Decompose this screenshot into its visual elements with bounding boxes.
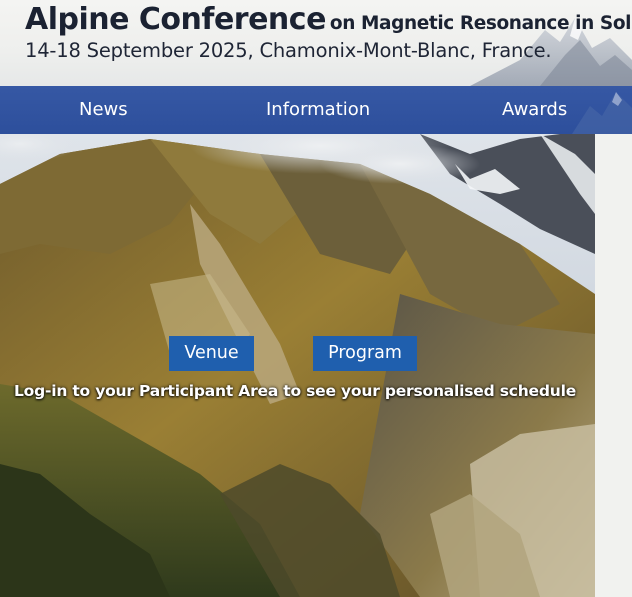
main-nav: News Information Awards xyxy=(0,86,632,134)
nav-item-news[interactable]: News xyxy=(79,86,128,134)
side-panel xyxy=(595,134,632,597)
title-main: Alpine Conference xyxy=(25,2,326,37)
venue-button[interactable]: Venue xyxy=(169,336,254,371)
hero-landscape-image xyxy=(0,134,595,597)
nav-item-information[interactable]: Information xyxy=(266,86,370,134)
hero-banner: Venue Program Log-in to your Participant… xyxy=(0,134,595,597)
program-button[interactable]: Program xyxy=(313,336,417,371)
nav-mountain-fragment xyxy=(572,92,632,134)
participant-area-note: Log-in to your Participant Area to see y… xyxy=(13,382,577,400)
conference-title: Alpine Conference on Magnetic Resonance i… xyxy=(25,2,632,37)
title-subtitle: on Magnetic Resonance in Solids xyxy=(329,13,632,34)
dates-location: 14-18 September 2025, Chamonix-Mont-Blan… xyxy=(25,39,552,62)
nav-item-awards[interactable]: Awards xyxy=(502,86,567,134)
site-header: Alpine Conference on Magnetic Resonance i… xyxy=(0,0,632,86)
